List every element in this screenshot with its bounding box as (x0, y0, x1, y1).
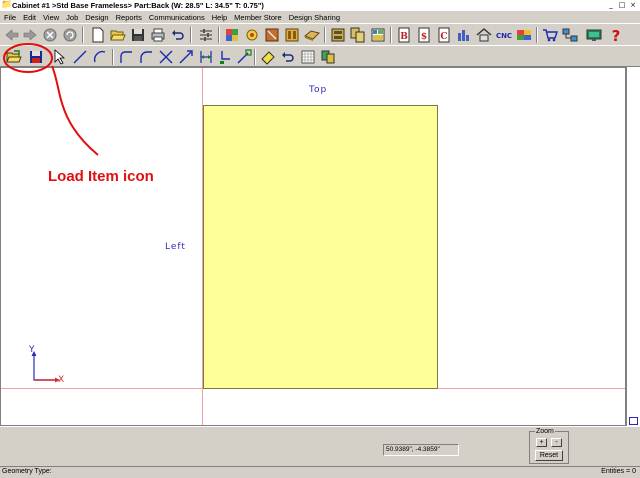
vertical-scrollbar[interactable] (626, 67, 640, 426)
load-item-icon[interactable] (6, 49, 22, 65)
cursor-coordinates: 50.9389", -4.3859" (383, 444, 459, 456)
cabinet-list-icon[interactable] (350, 27, 366, 43)
round-corner-icon[interactable] (138, 49, 154, 65)
drawer-icon[interactable] (284, 27, 300, 43)
label-left: Left (165, 242, 186, 252)
back-arrow-icon[interactable] (4, 27, 20, 43)
bid-report-icon[interactable]: B (396, 27, 412, 43)
bottom-panel: 50.9389", -4.3859" Zoom + - Reset (0, 426, 640, 466)
menu-design-sharing[interactable]: Design Sharing (289, 13, 340, 22)
geometry-type-status: Geometry Type: (2, 468, 52, 475)
menu-design[interactable]: Design (85, 13, 108, 22)
axis-x-label: X (58, 375, 65, 385)
stop-icon[interactable] (42, 27, 58, 43)
application-window: 📁 Cabinet #1 >Std Base Frameless> Part:B… (0, 0, 640, 478)
cabinet-library-icon[interactable] (330, 27, 346, 43)
menu-bar: File Edit View Job Design Reports Commun… (0, 11, 640, 23)
svg-text:$: $ (421, 32, 427, 42)
cnc-icon[interactable]: CNC (496, 27, 512, 43)
maximize-icon[interactable]: □ (617, 0, 627, 10)
zoom-out-button[interactable]: - (551, 438, 562, 447)
cut-report-icon[interactable]: C (436, 27, 452, 43)
part-back-panel[interactable] (203, 105, 438, 389)
status-bar: Geometry Type: Entities = 0 (0, 466, 640, 478)
grid-icon[interactable] (300, 49, 316, 65)
minimize-icon[interactable]: _ (606, 0, 616, 10)
menu-job[interactable]: Job (66, 13, 78, 22)
undo-icon[interactable] (280, 49, 296, 65)
help-icon[interactable]: ? (608, 27, 624, 43)
trim-icon[interactable] (158, 49, 174, 65)
svg-text:?: ? (612, 27, 621, 43)
drawing-canvas[interactable]: Top Left Y X (0, 67, 626, 426)
zoom-group: Zoom + - Reset (529, 428, 569, 464)
window-controls: _ □ × (606, 0, 638, 10)
svg-text:C: C (440, 32, 447, 42)
entities-count-status: Entities = 0 (601, 468, 636, 475)
zoom-label: Zoom (535, 428, 555, 435)
extend-arrow-icon[interactable] (178, 49, 194, 65)
open-folder-icon[interactable] (110, 27, 126, 43)
save-icon[interactable] (130, 27, 146, 43)
settings-sliders-icon[interactable] (198, 27, 214, 43)
annotation-label: Load Item icon (48, 168, 154, 185)
layer-icon[interactable] (320, 49, 336, 65)
menu-member-store[interactable]: Member Store (234, 13, 282, 22)
cabinet-app-icon: 📁 (1, 0, 13, 10)
axis-y-label: Y (29, 345, 35, 355)
move-icon[interactable] (236, 49, 252, 65)
zoom-in-button[interactable]: + (536, 438, 547, 447)
new-document-icon[interactable] (90, 27, 106, 43)
menu-communications[interactable]: Communications (149, 13, 205, 22)
select-arrow-icon[interactable] (52, 49, 68, 65)
menu-edit[interactable]: Edit (23, 13, 36, 22)
menu-view[interactable]: View (43, 13, 59, 22)
door-style-icon[interactable] (264, 27, 280, 43)
reset-button[interactable]: Reset (535, 450, 563, 461)
label-top: Top (309, 85, 328, 95)
dimension-icon[interactable] (198, 49, 214, 65)
cutlist-icon[interactable] (370, 27, 386, 43)
line-icon[interactable] (72, 49, 88, 65)
save-item-icon[interactable] (28, 49, 44, 65)
close-icon[interactable]: × (628, 0, 638, 10)
window-title: Cabinet #1 >Std Base Frameless> Part:Bac… (12, 1, 264, 10)
materials-icon[interactable] (224, 27, 240, 43)
undo-icon[interactable] (170, 27, 186, 43)
move-node-icon[interactable] (218, 49, 234, 65)
eraser-icon[interactable] (260, 49, 276, 65)
cost-report-icon[interactable]: $ (416, 27, 432, 43)
scroll-thumb[interactable] (629, 417, 638, 425)
menu-reports[interactable]: Reports (116, 13, 142, 22)
hardware-icon[interactable] (244, 27, 260, 43)
svg-text:B: B (400, 32, 408, 42)
title-bar: 📁 Cabinet #1 >Std Base Frameless> Part:B… (0, 0, 640, 11)
svg-text:CNC: CNC (496, 32, 512, 40)
fillet-icon[interactable] (118, 49, 134, 65)
edgeband-icon[interactable] (304, 27, 320, 43)
print-icon[interactable] (150, 27, 166, 43)
monitor-icon[interactable] (586, 27, 602, 43)
network-icon[interactable] (562, 27, 578, 43)
forward-arrow-icon[interactable] (22, 27, 38, 43)
assembly-icon[interactable] (476, 27, 492, 43)
menu-help[interactable]: Help (212, 13, 227, 22)
refresh-icon[interactable] (62, 27, 78, 43)
main-toolbar: B $ C CNC ? (0, 23, 640, 45)
drawing-toolbar (0, 45, 640, 67)
optimize-icon[interactable] (456, 27, 472, 43)
arc-icon[interactable] (92, 49, 108, 65)
shopping-cart-icon[interactable] (542, 27, 558, 43)
layout-icon[interactable] (516, 27, 532, 43)
menu-file[interactable]: File (4, 13, 16, 22)
